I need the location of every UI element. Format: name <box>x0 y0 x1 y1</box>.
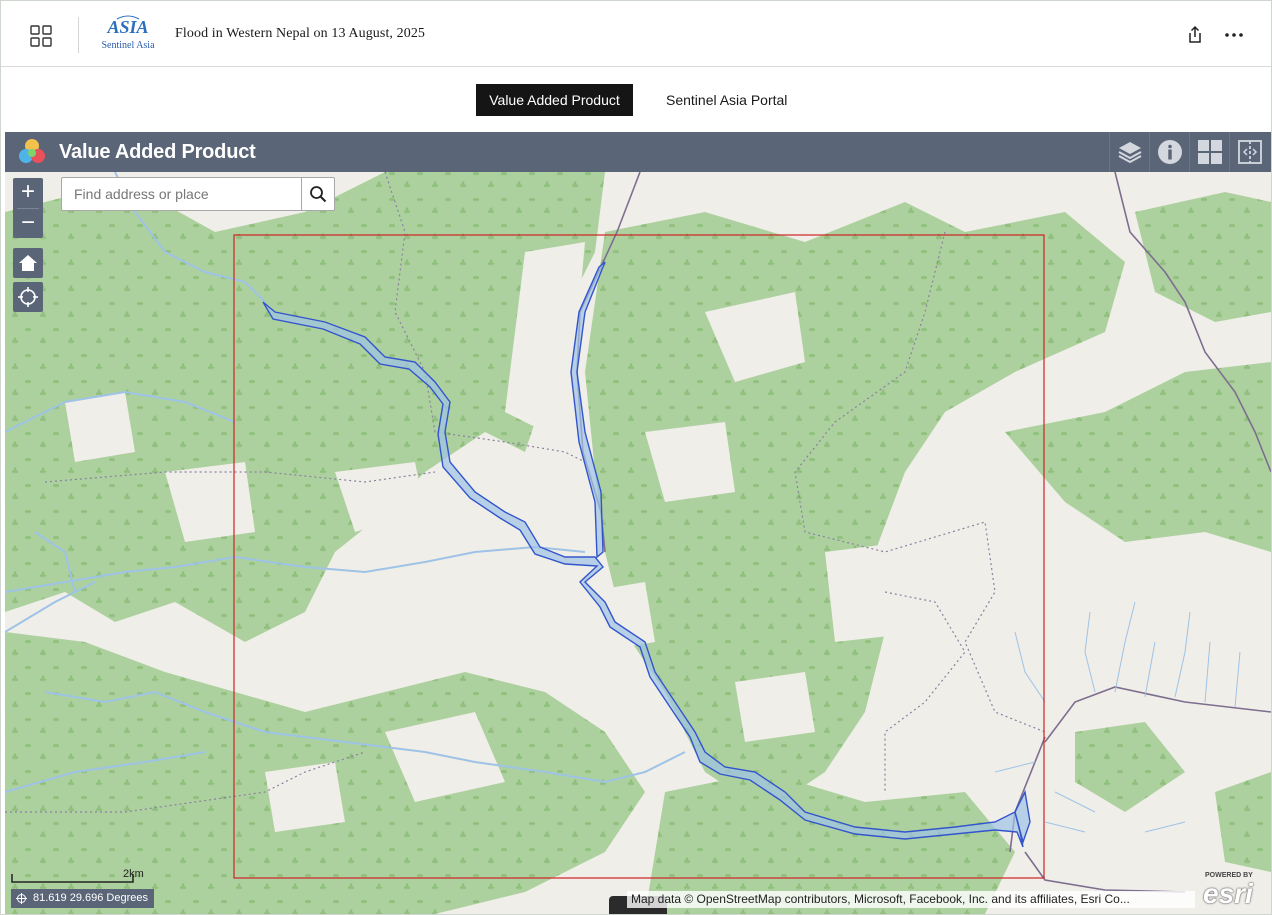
coordinate-text: 81.619 29.696 Degrees <box>33 892 148 904</box>
info-button[interactable] <box>1149 132 1189 172</box>
scale-label: 2km <box>123 868 144 880</box>
search-icon <box>310 186 327 203</box>
tab-value-added-product[interactable]: Value Added Product <box>476 84 633 116</box>
esri-wordmark: esri <box>1203 878 1253 909</box>
svg-text:ASIA: ASIA <box>106 17 148 37</box>
coordinate-readout[interactable]: 81.619 29.696 Degrees <box>11 889 154 908</box>
basemap-gallery-button[interactable] <box>1189 132 1229 172</box>
sentinel-asia-logo: ASIA Sentinel Asia <box>95 13 161 57</box>
section-tabs: Value Added Product Sentinel Asia Portal <box>1 68 1271 132</box>
info-icon <box>1157 140 1182 164</box>
logo-text: Sentinel Asia <box>101 40 155 51</box>
basemap: ♣ ♣ <box>5 172 1271 914</box>
layers-icon <box>1118 142 1141 164</box>
share-icon <box>1189 25 1201 43</box>
zoom-in-button[interactable]: + <box>13 178 43 208</box>
layers-button[interactable] <box>1109 132 1149 172</box>
scale-bar: 2km <box>11 868 144 884</box>
more-options-button[interactable] <box>1221 23 1247 47</box>
more-horizontal-icon <box>1225 33 1243 37</box>
app-frame: ASIA Sentinel Asia Flood in Western Nepa… <box>0 0 1272 915</box>
home-button[interactable] <box>13 248 43 278</box>
map-attribution[interactable]: Map data © OpenStreetMap contributors, M… <box>627 891 1195 908</box>
crosshair-icon <box>16 893 27 904</box>
search-input[interactable] <box>62 178 302 210</box>
search-widget <box>61 177 335 211</box>
search-button[interactable] <box>301 178 334 210</box>
home-icon <box>19 255 37 271</box>
zoom-control: + − <box>13 178 43 238</box>
split-view-button[interactable] <box>1229 132 1269 172</box>
header-divider <box>78 17 79 53</box>
map-view[interactable]: ♣ ♣ <box>5 172 1271 914</box>
map-app-bar: Value Added Product <box>5 132 1271 172</box>
grid-icon <box>30 25 52 47</box>
share-button[interactable] <box>1183 23 1207 47</box>
tab-sentinel-asia-portal[interactable]: Sentinel Asia Portal <box>658 84 795 116</box>
app-logo-icon <box>19 139 45 163</box>
sentinel-asia-mark-icon: ASIA <box>106 15 149 37</box>
top-header: ASIA Sentinel Asia Flood in Western Nepa… <box>1 1 1271 67</box>
app-launcher-button[interactable] <box>23 18 59 54</box>
locate-icon <box>18 287 38 307</box>
app-title: Value Added Product <box>59 141 256 163</box>
basemap-gallery-icon <box>1197 140 1222 164</box>
scale-bar-line <box>11 874 134 883</box>
split-view-icon <box>1237 140 1262 164</box>
page-title: Flood in Western Nepal on 13 August, 202… <box>175 26 426 41</box>
esri-logo: POWERED BY esri <box>1201 872 1261 909</box>
zoom-out-button[interactable]: − <box>13 209 43 239</box>
locate-button[interactable] <box>13 282 43 312</box>
